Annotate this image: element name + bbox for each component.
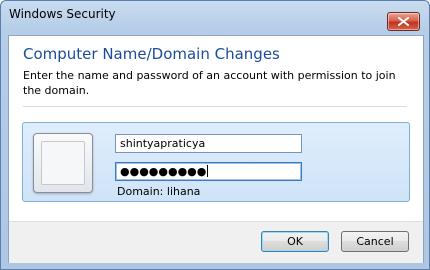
credential-tile[interactable]: shintyapraticya ●●●●●●●●● Domain: lihana xyxy=(22,122,410,202)
title-bar[interactable]: Windows Security xyxy=(1,1,429,31)
domain-label: Domain: lihana xyxy=(117,185,201,198)
windows-security-dialog: Windows Security Computer Name/Domain Ch… xyxy=(0,0,430,270)
cancel-button[interactable]: Cancel xyxy=(341,231,409,252)
username-field[interactable]: shintyapraticya xyxy=(115,134,302,153)
ok-button[interactable]: OK xyxy=(261,231,329,252)
window-title: Windows Security xyxy=(9,7,116,21)
divider xyxy=(23,106,407,107)
user-tile-icon xyxy=(33,133,93,193)
close-button[interactable] xyxy=(387,12,420,31)
dialog-description: Enter the name and password of an accoun… xyxy=(23,69,396,97)
password-field[interactable]: ●●●●●●●●● xyxy=(115,162,302,181)
dialog-heading: Computer Name/Domain Changes xyxy=(23,45,280,63)
button-bar: OK Cancel xyxy=(9,221,423,263)
user-picture-frame xyxy=(41,141,85,185)
username-value: shintyapraticya xyxy=(120,137,206,150)
close-icon xyxy=(398,17,409,26)
password-value: ●●●●●●●●● xyxy=(120,165,207,178)
dialog-body: Computer Name/Domain Changes Enter the n… xyxy=(8,35,424,263)
text-caret xyxy=(207,165,209,177)
